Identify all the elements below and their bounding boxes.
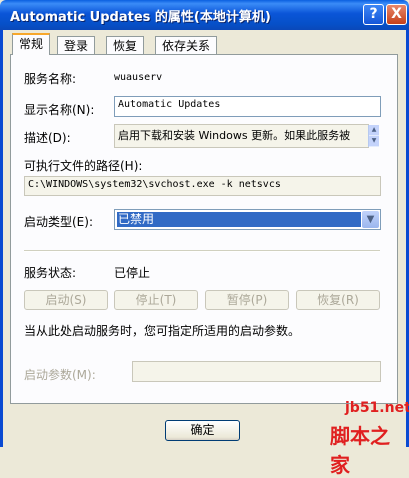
title-bar[interactable]: Automatic Updates 的属性(本地计算机) ? X [0, 0, 409, 30]
close-button[interactable]: X [386, 4, 407, 25]
startup-type-select[interactable]: 已禁用 ▼ [114, 209, 381, 230]
start-params-field[interactable] [132, 361, 381, 382]
description-field[interactable]: 启用下载和安装 Windows 更新。如果此服务被 [114, 124, 369, 148]
description-scrollbar[interactable]: ▲ ▼ [368, 125, 379, 147]
tab-label: 常规 [19, 37, 44, 51]
exe-path-field[interactable]: C:\WINDOWS\system32\svchost.exe -k netsv… [24, 176, 381, 196]
tab-label: 登录 [64, 39, 89, 53]
display-name-label: 显示名称(N): [24, 103, 95, 117]
resume-button[interactable]: 恢复(R) [296, 290, 380, 310]
tab-recovery[interactable]: 恢复 [106, 36, 145, 54]
scroll-up-icon[interactable]: ▲ [369, 125, 379, 135]
tab-logon[interactable]: 登录 [57, 36, 96, 54]
service-name-label: 服务名称: [24, 72, 77, 86]
ok-button[interactable]: 确定 [165, 420, 240, 441]
divider [24, 250, 380, 252]
service-status-label: 服务状态: [24, 266, 77, 280]
window-frame-left [0, 30, 3, 447]
tab-general[interactable]: 常规 [12, 33, 51, 55]
watermark-logo: 脚本之家 [330, 424, 390, 477]
startup-type-label: 启动类型(E): [24, 215, 93, 229]
startup-type-value: 已禁用 [117, 212, 361, 227]
start-button[interactable]: 启动(S) [24, 290, 108, 310]
window-title: Automatic Updates 的属性(本地计算机) [10, 10, 271, 25]
watermark-url: jb51.net [345, 400, 409, 416]
tab-label: 恢复 [113, 39, 138, 53]
help-icon: ? [369, 6, 378, 22]
stop-button[interactable]: 停止(T) [114, 290, 198, 310]
tab-dependencies[interactable]: 依存关系 [155, 36, 218, 54]
help-button[interactable]: ? [363, 4, 384, 25]
pause-button[interactable]: 暂停(P) [205, 290, 289, 310]
scroll-down-icon[interactable]: ▼ [369, 136, 379, 146]
start-params-label: 启动参数(M): [24, 368, 96, 382]
tab-label: 依存关系 [162, 39, 211, 53]
service-name-value: wuauserv [114, 72, 163, 83]
description-label: 描述(D): [24, 131, 71, 145]
display-name-field[interactable]: Automatic Updates [114, 96, 381, 117]
service-status-value: 已停止 [114, 266, 151, 280]
close-icon: X [391, 6, 402, 22]
start-params-hint: 当从此处启动服务时，您可指定所适用的启动参数。 [24, 324, 301, 338]
exe-path-label: 可执行文件的路径(H): [24, 159, 143, 173]
chevron-down-icon[interactable]: ▼ [362, 211, 379, 228]
